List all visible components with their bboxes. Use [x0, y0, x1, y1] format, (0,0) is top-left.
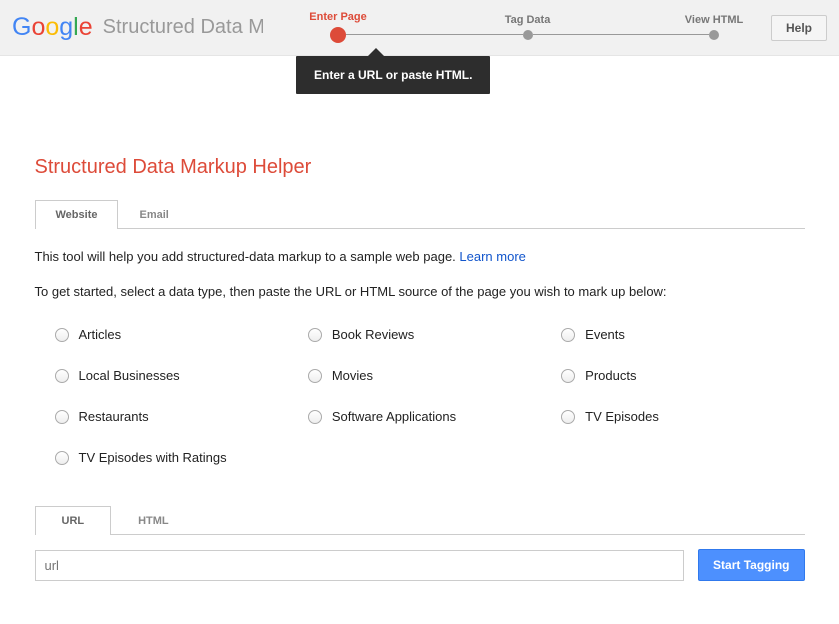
data-type-grid: Articles Book Reviews Events Local Busin… — [35, 327, 805, 465]
main-content: Structured Data Markup Helper Website Em… — [35, 56, 805, 581]
step-label-view-html: View HTML — [685, 14, 743, 26]
intro-text: This tool will help you add structured-d… — [35, 249, 805, 264]
step-tooltip: Enter a URL or paste HTML. — [296, 56, 490, 94]
radio-book-reviews[interactable]: Book Reviews — [308, 327, 551, 342]
radio-events[interactable]: Events — [561, 327, 804, 342]
step-dot-tag-data[interactable] — [523, 30, 533, 40]
learn-more-link[interactable]: Learn more — [459, 249, 525, 264]
source-type-tabs: Website Email — [35, 199, 805, 229]
step-label-enter-page: Enter Page — [309, 11, 366, 23]
step-connector — [346, 34, 523, 35]
input-type-tabs: URL HTML — [35, 505, 805, 535]
radio-local-businesses[interactable]: Local Businesses — [55, 368, 298, 383]
instruction-text: To get started, select a data type, then… — [35, 284, 805, 299]
radio-icon — [308, 410, 322, 424]
step-dot-view-html[interactable] — [709, 30, 719, 40]
radio-icon — [308, 369, 322, 383]
google-logo: Google — [12, 13, 93, 42]
step-connector — [533, 34, 710, 35]
url-input-row: Start Tagging — [35, 549, 805, 581]
radio-products[interactable]: Products — [561, 368, 804, 383]
radio-restaurants[interactable]: Restaurants — [55, 409, 298, 424]
tab-html[interactable]: HTML — [111, 506, 196, 535]
tab-url[interactable]: URL — [35, 506, 112, 535]
radio-icon — [55, 369, 69, 383]
step-dot-enter-page[interactable] — [330, 27, 346, 43]
radio-icon — [308, 328, 322, 342]
radio-icon — [561, 410, 575, 424]
radio-articles[interactable]: Articles — [55, 327, 298, 342]
radio-icon — [55, 410, 69, 424]
tab-website[interactable]: Website — [35, 200, 119, 229]
help-button[interactable]: Help — [771, 15, 827, 41]
app-title: Structured Data M — [103, 16, 263, 39]
page-title: Structured Data Markup Helper — [35, 156, 805, 179]
progress-stepper: Enter Page Tag Data View HTML — [330, 13, 719, 43]
start-tagging-button[interactable]: Start Tagging — [698, 549, 804, 581]
url-input[interactable] — [35, 550, 685, 581]
app-header: Google Structured Data M Enter Page Tag … — [0, 0, 839, 56]
radio-movies[interactable]: Movies — [308, 368, 551, 383]
step-label-tag-data: Tag Data — [505, 14, 551, 26]
tab-email[interactable]: Email — [118, 200, 189, 229]
radio-tv-episodes-ratings[interactable]: TV Episodes with Ratings — [55, 450, 298, 465]
radio-tv-episodes[interactable]: TV Episodes — [561, 409, 804, 424]
radio-icon — [561, 328, 575, 342]
radio-software-applications[interactable]: Software Applications — [308, 409, 551, 424]
radio-icon — [561, 369, 575, 383]
radio-icon — [55, 451, 69, 465]
radio-icon — [55, 328, 69, 342]
